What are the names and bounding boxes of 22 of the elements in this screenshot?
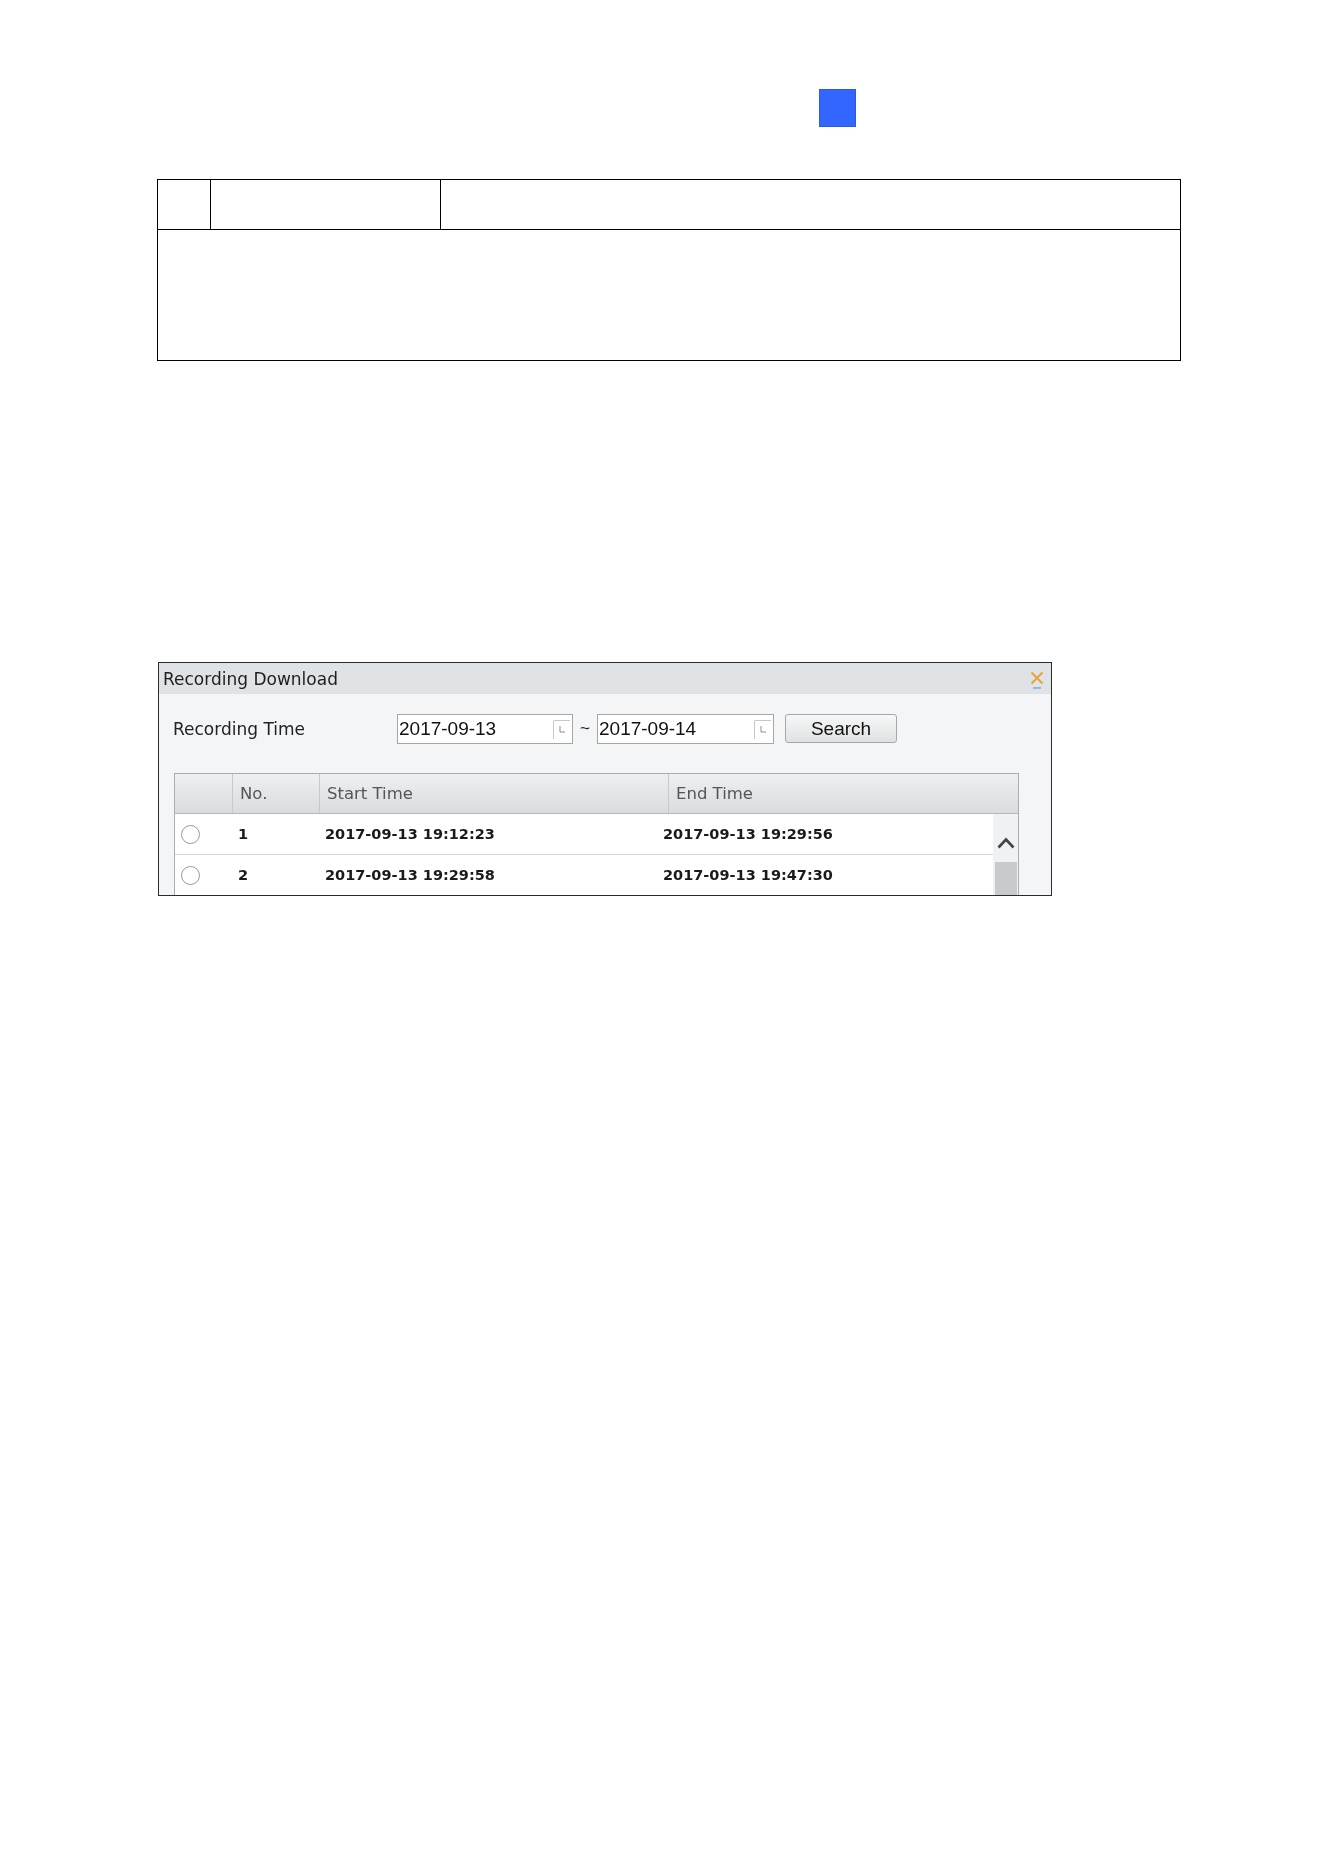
square-icon [819,89,856,127]
date-field[interactable]: 2017-09-13 [397,713,573,744]
table-cell: 2017-09-13 19:29:58 [325,867,495,883]
table-cell: 2 [238,867,249,883]
radio-button[interactable] [181,865,200,885]
close-icon[interactable] [1030,671,1044,689]
recording-time-label: Recording Time [173,718,307,739]
table-cell: 2017-09-13 19:29:56 [663,826,833,842]
chevron-up-icon[interactable] [996,837,1015,849]
dialog-title: Recording Download [163,668,338,689]
table-cell: 2017-09-13 19:12:23 [325,826,495,842]
column-header: End Time [675,783,754,805]
range-separator: ~ [579,718,591,739]
column-header: No. [233,774,320,813]
picker-icon[interactable] [553,719,571,740]
search-button[interactable]: Search [785,714,897,743]
column-header: Start Time [320,774,669,813]
date-field[interactable]: 2017-09-14 [597,713,774,744]
table-cell: 1 [238,826,249,842]
picker-icon[interactable] [754,719,772,740]
table-cell: 2017-09-13 19:47:30 [663,867,833,883]
radio-button[interactable] [181,824,200,844]
